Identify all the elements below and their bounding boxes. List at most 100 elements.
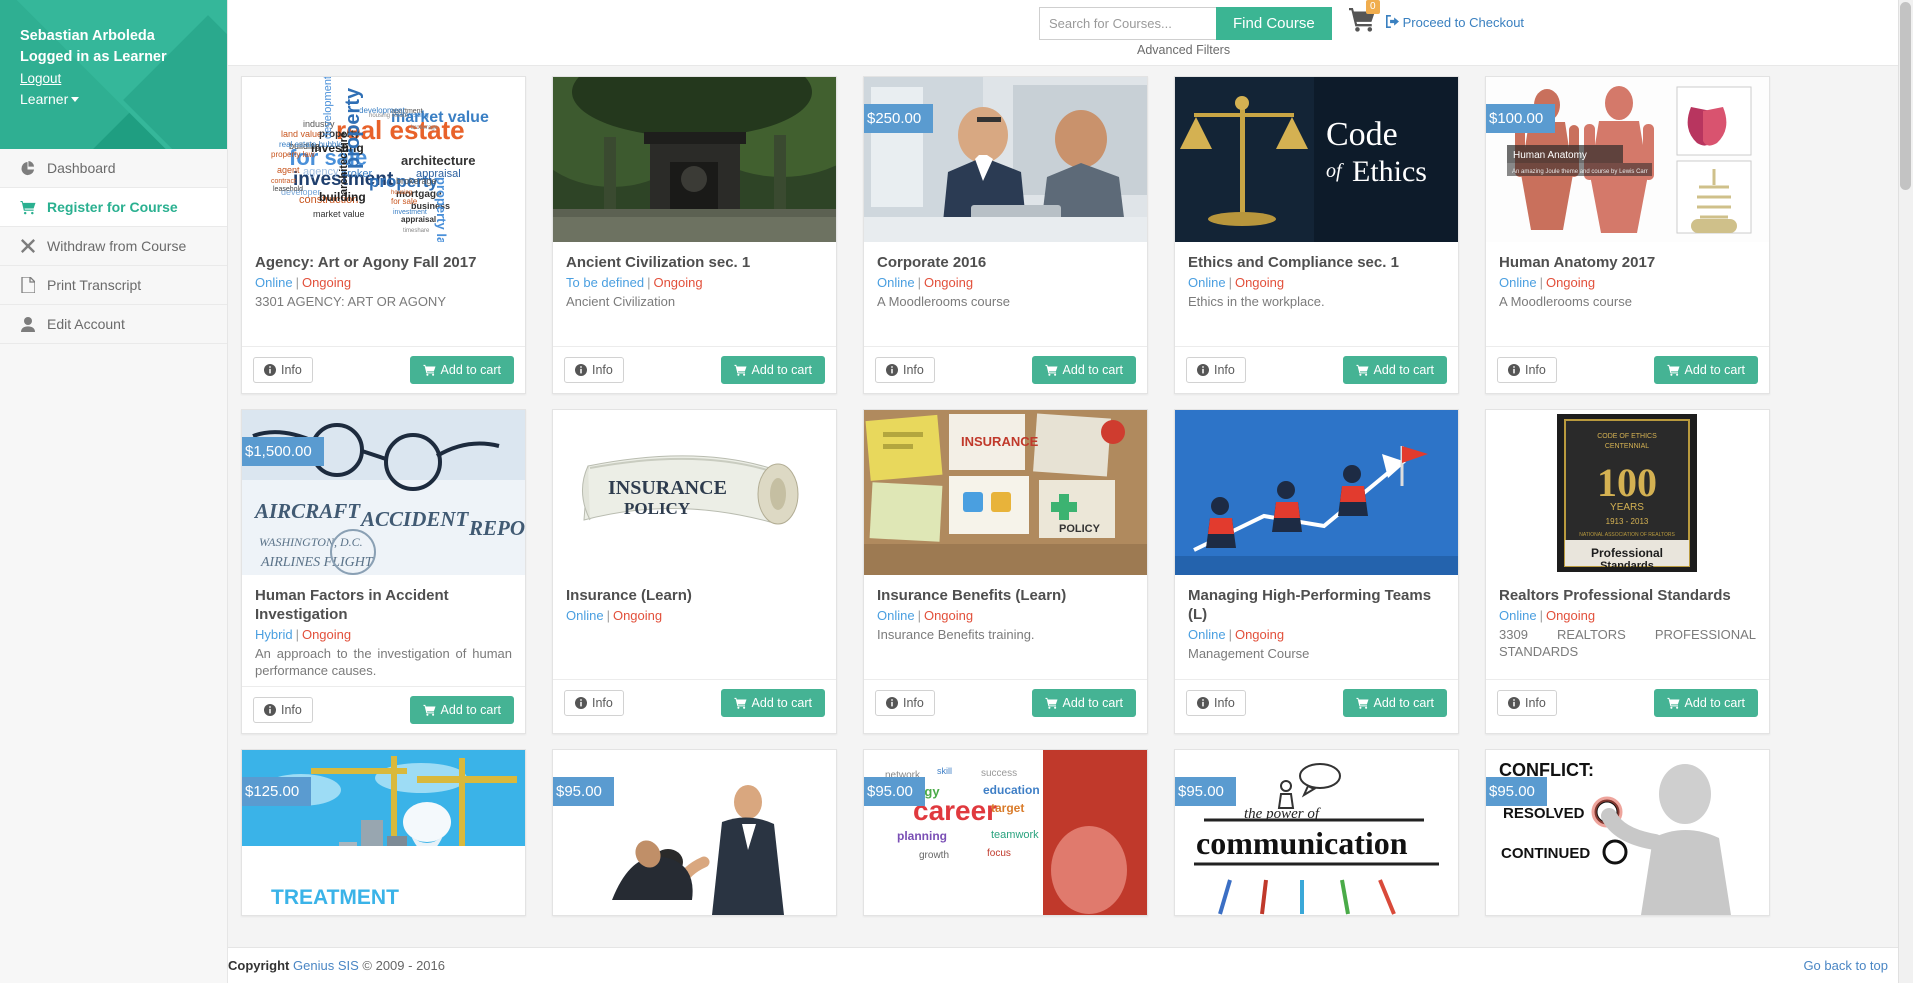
- course-mode: Online: [1499, 275, 1537, 291]
- course-info-button[interactable]: Info: [253, 697, 313, 724]
- add-to-cart-button[interactable]: Add to cart: [720, 689, 825, 717]
- advanced-filters-link[interactable]: Advanced Filters: [1137, 43, 1230, 57]
- course-thumbnail[interactable]: Human Anatomy An amazing Joule theme and …: [1486, 77, 1769, 242]
- svg-text:POLICY: POLICY: [1059, 523, 1101, 535]
- sidebar-item-register-for-course[interactable]: Register for Course: [0, 188, 227, 227]
- course-meta: Online | Ongoing: [877, 607, 1134, 625]
- course-info-button[interactable]: Info: [564, 690, 624, 716]
- svg-text:Code: Code: [1326, 116, 1398, 153]
- add-to-cart-button[interactable]: Add to cart: [409, 356, 514, 384]
- course-thumbnail[interactable]: CODE OF ETHICS CENTENNIAL 100 YEARS 1913 - 2…: [1486, 410, 1769, 575]
- course-details: Corporate 2016 Online | Ongoing A Moodleroom…: [864, 242, 1147, 346]
- meta-separator: |: [1228, 275, 1232, 291]
- course-details: Human Anatomy 2017 Online | Ongoing A Moodle…: [1486, 242, 1769, 346]
- add-to-cart-button[interactable]: Add to cart: [1342, 689, 1447, 717]
- course-info-button[interactable]: Info: [1497, 357, 1557, 383]
- course-card[interactable]: Code of Ethics Ethics and Compliance sec. 1…: [1174, 76, 1459, 394]
- svg-text:architecture: architecture: [401, 153, 475, 168]
- course-info-button[interactable]: Info: [253, 357, 313, 383]
- sidebar-item-print-transcript[interactable]: Print Transcript: [0, 266, 227, 305]
- course-thumbnail[interactable]: Code of Ethics: [1175, 77, 1458, 242]
- course-info-button[interactable]: Info: [564, 357, 624, 383]
- course-card[interactable]: Ancient Civilization sec. 1 To be defined…: [552, 76, 837, 394]
- cart-icon: [1667, 697, 1680, 709]
- proceed-to-checkout-label: Proceed to Checkout: [1402, 15, 1525, 30]
- course-description: A Moodlerooms course: [1499, 293, 1632, 309]
- course-thumbnail[interactable]: INSURANCE POLICY: [553, 410, 836, 575]
- search-input[interactable]: [1039, 7, 1216, 40]
- sidebar-item-withdraw-from-course[interactable]: Withdraw from Course: [0, 227, 227, 266]
- course-info-button[interactable]: Info: [875, 690, 935, 716]
- course-card[interactable]: $95.00: [552, 749, 837, 917]
- course-info-button[interactable]: Info: [1186, 357, 1246, 383]
- course-thumbnail[interactable]: CONFLICT: RESOLVED CONTINUED $95.00: [1486, 750, 1769, 916]
- course-thumbnail[interactable]: careerstrategyeducationnetworksuccesstar…: [864, 750, 1147, 916]
- course-card[interactable]: the power of communication $95.00: [1174, 749, 1459, 917]
- cart-icon[interactable]: 0: [1348, 0, 1380, 35]
- svg-text:success: success: [981, 768, 1017, 779]
- course-card[interactable]: BETTER TREATMENT $125.00: [241, 749, 526, 917]
- sidebar-item-label: Register for Course: [47, 199, 178, 215]
- proceed-to-checkout-link[interactable]: Proceed to Checkout: [1386, 15, 1524, 30]
- sidebar-item-label: Dashboard: [47, 160, 116, 176]
- course-thumbnail[interactable]: AIRCRAFT ACCIDENT REPO WASHINGTON, D.C. AIRL…: [242, 410, 525, 575]
- course-info-button[interactable]: Info: [1186, 690, 1246, 716]
- course-info-button[interactable]: Info: [1497, 690, 1557, 716]
- sidebar-item-dashboard[interactable]: Dashboard: [0, 149, 227, 188]
- course-card[interactable]: CONFLICT: RESOLVED CONTINUED $95.00: [1485, 749, 1770, 917]
- sidebar-header: Sebastian Arboleda Logged in as Learner …: [0, 0, 227, 149]
- add-to-cart-button[interactable]: Add to cart: [720, 356, 825, 384]
- course-info-button[interactable]: Info: [875, 357, 935, 383]
- course-thumbnail[interactable]: [553, 77, 836, 242]
- svg-text:NATIONAL ASSOCIATION OF REALTO: NATIONAL ASSOCIATION OF REALTORS: [1579, 532, 1675, 538]
- course-actions: Info Add to cart: [864, 346, 1147, 393]
- course-card[interactable]: careerstrategyeducationnetworksuccesstar…: [863, 749, 1148, 917]
- course-thumbnail[interactable]: the power of communication $95.00: [1175, 750, 1458, 916]
- find-course-button[interactable]: Find Course: [1216, 7, 1332, 40]
- course-thumbnail[interactable]: $250.00: [864, 77, 1147, 242]
- copyright-label: Copyright: [228, 958, 290, 973]
- course-thumbnail[interactable]: real estate market value for sale investmen…: [242, 77, 525, 242]
- course-actions: Info Add to cart: [1486, 679, 1769, 726]
- user-name: Sebastian Arboleda: [20, 28, 155, 44]
- course-card[interactable]: INSURANCE POLICY Insurance Benefits (Learn…: [863, 409, 1148, 735]
- add-to-cart-button[interactable]: Add to cart: [409, 696, 514, 725]
- course-thumbnail[interactable]: $95.00: [553, 750, 836, 916]
- course-info-label: Info: [903, 696, 924, 710]
- course-card[interactable]: AIRCRAFT ACCIDENT REPO WASHINGTON, D.C. AIRL…: [241, 409, 526, 735]
- course-thumbnail[interactable]: INSURANCE POLICY: [864, 410, 1147, 575]
- sidebar-item-edit-account[interactable]: Edit Account: [0, 305, 227, 344]
- course-thumbnail[interactable]: [1175, 410, 1458, 575]
- logout-link[interactable]: Logout: [20, 69, 61, 89]
- course-info-label: Info: [592, 696, 613, 710]
- info-icon: [264, 364, 276, 376]
- course-status: Ongoing: [612, 608, 663, 624]
- course-card[interactable]: Managing High-Performing Teams (L) Online…: [1174, 409, 1459, 735]
- course-card[interactable]: Human Anatomy An amazing Joule theme and …: [1485, 76, 1770, 394]
- course-title: Insurance Benefits (Learn): [877, 587, 1067, 604]
- course-mode: Online: [877, 608, 915, 624]
- sidebar-item-label: Print Transcript: [47, 277, 142, 293]
- add-to-cart-button[interactable]: Add to cart: [1031, 356, 1136, 384]
- course-details: Realtors Professional Standards Online | On…: [1486, 575, 1769, 679]
- add-to-cart-button[interactable]: Add to cart: [1653, 356, 1758, 384]
- course-title: Realtors Professional Standards: [1499, 587, 1731, 604]
- course-card[interactable]: CODE OF ETHICS CENTENNIAL 100 YEARS 1913 - 2…: [1485, 409, 1770, 735]
- page-scrollbar[interactable]: [1898, 0, 1913, 983]
- svg-text:Professional: Professional: [1591, 546, 1663, 560]
- course-card[interactable]: real estate market value for sale investmen…: [241, 76, 526, 394]
- back-to-top-link[interactable]: Go back to top: [1803, 958, 1888, 973]
- add-to-cart-button[interactable]: Add to cart: [1653, 689, 1758, 717]
- add-to-cart-button[interactable]: Add to cart: [1342, 356, 1447, 384]
- cart-area: 0 Proceed to Checkout: [1348, 0, 1524, 35]
- role-switcher[interactable]: Learner: [20, 89, 227, 109]
- course-description: Ethics in the workplace.: [1188, 293, 1325, 309]
- svg-text:agency: agency: [303, 166, 339, 178]
- course-card[interactable]: INSURANCE POLICY Insurance (Learn) Online | O…: [552, 409, 837, 735]
- course-thumbnail[interactable]: BETTER TREATMENT $125.00: [242, 750, 525, 916]
- scrollbar-thumb[interactable]: [1900, 2, 1911, 190]
- add-to-cart-button[interactable]: Add to cart: [1031, 689, 1136, 717]
- svg-text:development: development: [322, 77, 334, 139]
- course-card[interactable]: $250.00 Corporate 2016 Online | Ongoing A Moo…: [863, 76, 1148, 394]
- svg-text:teamwork: teamwork: [991, 829, 1039, 841]
